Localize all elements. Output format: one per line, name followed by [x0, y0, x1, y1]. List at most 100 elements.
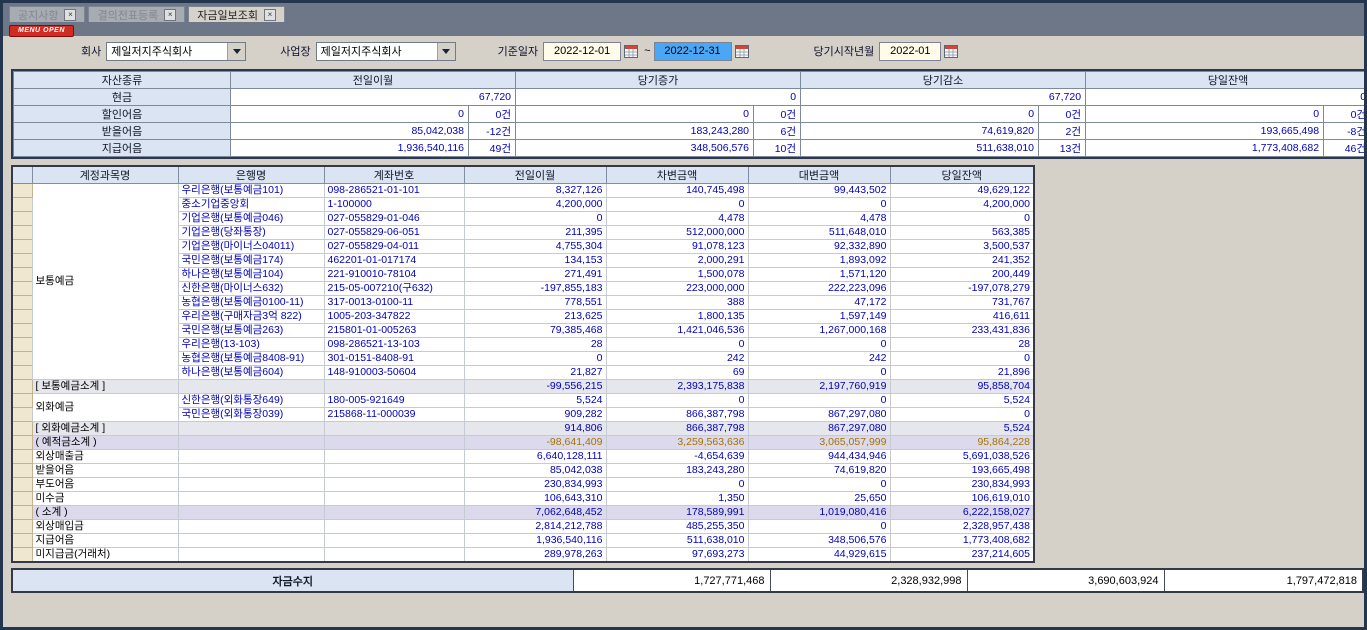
- amount-cell: -98,641,409: [464, 436, 606, 450]
- amount-cell: 28: [890, 338, 1034, 352]
- amount-cell: 241,352: [890, 254, 1034, 268]
- row-selector[interactable]: [12, 408, 32, 422]
- row-selector[interactable]: [12, 436, 32, 450]
- amount-cell: 909,282: [464, 408, 606, 422]
- bank-name-empty: [178, 436, 324, 450]
- calendar-icon[interactable]: [735, 44, 749, 58]
- menu-open-button[interactable]: MENU OPEN: [9, 25, 74, 37]
- calendar-icon[interactable]: [624, 44, 638, 58]
- account-number: 215801-01-005263: [324, 324, 464, 338]
- bank-name-empty: [178, 464, 324, 478]
- row-selector[interactable]: [12, 450, 32, 464]
- close-icon[interactable]: ×: [264, 9, 276, 21]
- amount-cell: 91,078,123: [606, 240, 748, 254]
- amount-cell: 237,214,605: [890, 548, 1034, 563]
- amount-cell: -197,855,183: [464, 282, 606, 296]
- row-selector[interactable]: [12, 506, 32, 520]
- fund-balance-value: 1,727,771,468: [573, 569, 770, 592]
- summary-count: 13건: [1039, 140, 1085, 156]
- main-header: 당일잔액: [890, 166, 1034, 184]
- row-selector[interactable]: [12, 198, 32, 212]
- footer-table: 자금수지 1,727,771,468 2,328,932,998 3,690,6…: [11, 568, 1364, 593]
- calendar-icon[interactable]: [944, 44, 958, 58]
- row-selector[interactable]: [12, 464, 32, 478]
- amount-cell: 867,297,080: [748, 408, 890, 422]
- tab-bar: 공지사항 × 결의전표등록 × 자금일보조회 ×: [9, 6, 1358, 22]
- main-row: 보통예금우리은행(보통예금101)098-286521-01-1018,327,…: [12, 184, 1034, 198]
- summary-count: 2건: [1039, 123, 1085, 139]
- company-select[interactable]: 제일저지주식회사: [106, 42, 246, 61]
- row-selector[interactable]: [12, 310, 32, 324]
- row-selector[interactable]: [12, 422, 32, 436]
- summary-row-label: 현금: [14, 89, 230, 105]
- amount-cell: 0: [890, 352, 1034, 366]
- amount-cell: 0: [890, 408, 1034, 422]
- row-selector[interactable]: [12, 520, 32, 534]
- row-selector[interactable]: [12, 380, 32, 394]
- amount-cell: 230,834,993: [890, 478, 1034, 492]
- account-number: 317-0013-0100-11: [324, 296, 464, 310]
- summary-count: 0건: [1039, 106, 1085, 122]
- row-selector[interactable]: [12, 338, 32, 352]
- row-selector[interactable]: [12, 226, 32, 240]
- row-selector[interactable]: [12, 548, 32, 563]
- bank-name: 우리은행(13-103): [178, 338, 324, 352]
- row-selector[interactable]: [12, 324, 32, 338]
- amount-cell: 485,255,350: [606, 520, 748, 534]
- amount-cell: 1,500,078: [606, 268, 748, 282]
- tab-notice[interactable]: 공지사항 ×: [9, 6, 85, 22]
- amount-cell: 944,434,946: [748, 450, 890, 464]
- amount-cell: 2,328,957,438: [890, 520, 1034, 534]
- period-start-input[interactable]: 2022-01: [879, 42, 941, 61]
- row-selector[interactable]: [12, 352, 32, 366]
- amount-cell: 178,589,991: [606, 506, 748, 520]
- row-selector[interactable]: [12, 184, 32, 198]
- amount-cell: 223,000,000: [606, 282, 748, 296]
- row-selector[interactable]: [12, 394, 32, 408]
- account-number: 221-910010-78104: [324, 268, 464, 282]
- chevron-down-icon[interactable]: [227, 43, 245, 60]
- main-row: 외화예금신한은행(외화통장649)180-005-9216495,524005,…: [12, 394, 1034, 408]
- summary-count: -8건: [1324, 123, 1367, 139]
- amount-cell: 99,443,502: [748, 184, 890, 198]
- row-label: 부도어음: [32, 478, 178, 492]
- amount-cell: 25,650: [748, 492, 890, 506]
- row-label: 지급어음: [32, 534, 178, 548]
- amount-cell: 222,223,096: [748, 282, 890, 296]
- account-number: 148-910003-50604: [324, 366, 464, 380]
- main-row: [ 보통예금소계 ]-99,556,2152,393,175,8382,197,…: [12, 380, 1034, 394]
- summary-header-asset-type: 자산종류: [14, 72, 230, 88]
- date-from-input[interactable]: 2022-12-01: [543, 42, 621, 61]
- date-to-input[interactable]: 2022-12-31: [654, 42, 732, 61]
- summary-count: 0건: [1324, 106, 1367, 122]
- amount-cell: 134,153: [464, 254, 606, 268]
- chevron-down-icon[interactable]: [437, 43, 455, 60]
- bank-name-empty: [178, 492, 324, 506]
- row-selector[interactable]: [12, 254, 32, 268]
- amount-cell: 914,806: [464, 422, 606, 436]
- summary-amount: 193,665,498: [1086, 123, 1323, 139]
- row-selector[interactable]: [12, 366, 32, 380]
- row-selector[interactable]: [12, 534, 32, 548]
- amount-cell: -4,654,639: [606, 450, 748, 464]
- row-selector[interactable]: [12, 478, 32, 492]
- amount-cell: 92,332,890: [748, 240, 890, 254]
- site-select[interactable]: 제일저지주식회사: [316, 42, 456, 61]
- row-selector[interactable]: [12, 296, 32, 310]
- tab-voucher-entry[interactable]: 결의전표등록 ×: [88, 6, 185, 22]
- bank-name: 하나은행(보통예금104): [178, 268, 324, 282]
- account-number-empty: [324, 492, 464, 506]
- bank-name: 신한은행(외화통장649): [178, 394, 324, 408]
- amount-cell: 3,065,057,999: [748, 436, 890, 450]
- tab-fund-daily-report[interactable]: 자금일보조회 ×: [188, 6, 285, 22]
- row-selector[interactable]: [12, 268, 32, 282]
- close-icon[interactable]: ×: [64, 9, 76, 21]
- bank-name-empty: [178, 422, 324, 436]
- close-icon[interactable]: ×: [164, 9, 176, 21]
- row-selector[interactable]: [12, 240, 32, 254]
- row-selector[interactable]: [12, 212, 32, 226]
- row-selector[interactable]: [12, 282, 32, 296]
- row-selector[interactable]: [12, 492, 32, 506]
- summary-amount: 183,243,280: [516, 123, 753, 139]
- amount-cell: 1,800,135: [606, 310, 748, 324]
